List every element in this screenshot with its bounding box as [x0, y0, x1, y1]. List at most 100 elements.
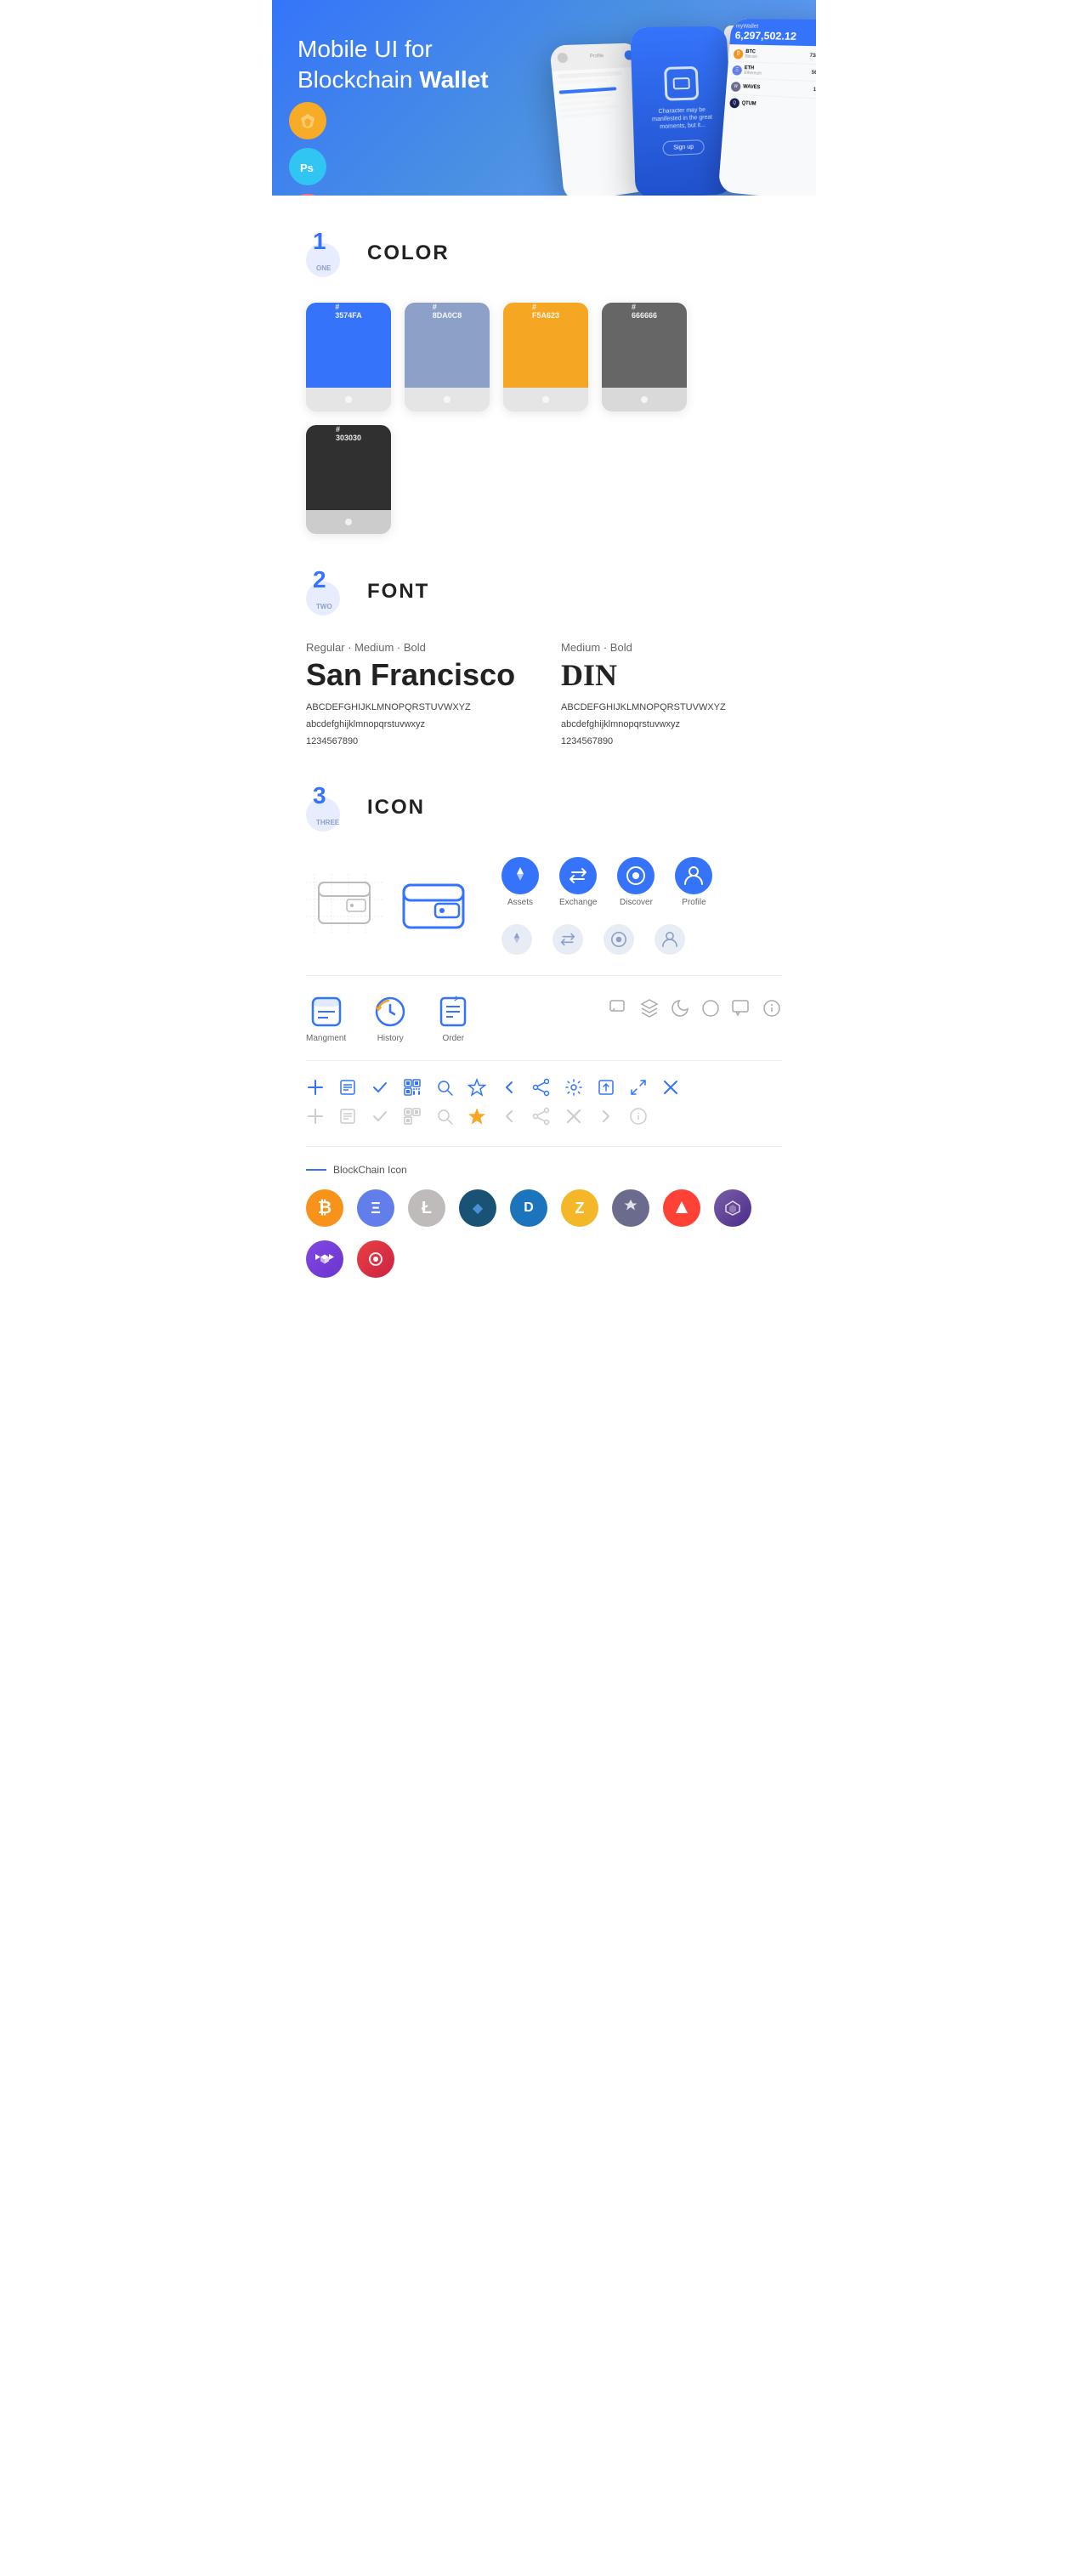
blockchain-label: BlockChain Icon: [306, 1164, 782, 1176]
section-num-text-3: 3: [313, 784, 326, 808]
font-sf-name: San Francisco: [306, 657, 527, 693]
section-num-label-1: ONE: [316, 264, 331, 272]
hero-section: Mobile UI for Blockchain Wallet UI Kit P…: [272, 0, 816, 196]
search-gray-icon: [435, 1107, 454, 1126]
hero-badges: Ps 60+ Screens: [289, 102, 326, 196]
profile-label: Profile: [682, 898, 706, 907]
phone-screen-mid: Character may be manifested in the great…: [630, 26, 734, 196]
management-icon-item: Mangment: [306, 993, 346, 1043]
assets-label: Assets: [507, 898, 533, 907]
section-number-2: 2 TWO: [306, 568, 354, 616]
discover-label: Discover: [620, 898, 653, 907]
swatch-blue: #3574FA: [306, 303, 391, 411]
photoshop-icon: Ps: [296, 155, 320, 179]
named-icons-cols: Assets Exchange: [502, 857, 712, 955]
check-icon: [371, 1078, 389, 1097]
ark-logo-icon: [672, 1199, 691, 1217]
history-icon-item: History: [371, 993, 409, 1043]
exchange-gray-icon-item: [552, 924, 583, 955]
share-gray-icon: [532, 1107, 551, 1126]
phone-screen-right: myWallet 6,297,502.12 ₿ BTC Bitcoin 738.…: [718, 19, 816, 196]
history-icon: [371, 993, 409, 1030]
list-icon: [338, 1078, 357, 1097]
discover-gray-icon: [604, 924, 634, 955]
x-gray-icon: [564, 1107, 583, 1126]
color-swatches: #3574FA #8DA0C8 #F5A623: [306, 303, 782, 534]
chevron-left-gray-icon: [500, 1107, 518, 1126]
close-icon: [661, 1078, 680, 1097]
utility-icons-gray-row: [306, 1107, 782, 1126]
info-gray-icon: [629, 1107, 648, 1126]
font-section-header: 2 TWO FONT: [306, 568, 782, 616]
dash-logo: D: [510, 1189, 547, 1227]
bitcoin-logo: ₿: [306, 1189, 343, 1227]
bottom-icons-group: Mangment History: [306, 993, 472, 1043]
qr-icon: [403, 1078, 422, 1097]
layers-icon: [639, 998, 660, 1018]
icon-wallet-filled: [400, 877, 468, 936]
swatch-dark: #303030: [306, 425, 391, 534]
phone-mockup-right: myWallet 6,297,502.12 ₿ BTC Bitcoin 738.…: [718, 19, 816, 196]
info-icon: [762, 998, 782, 1018]
moon-icon: [670, 998, 690, 1018]
exchange-label: Exchange: [559, 898, 597, 907]
profile-icon-item: Profile: [675, 857, 712, 907]
named-icons-gray: [502, 924, 712, 955]
icon-section-header: 3 THREE ICON: [306, 784, 782, 831]
icon-grid-outline: [306, 874, 382, 938]
plus-gray-icon: [306, 1107, 325, 1126]
font-din-lower: abcdefghijklmnopqrstuvwxyz: [561, 717, 782, 734]
unknown-logo-2-icon: [367, 1251, 384, 1268]
ethereum-logo: Ξ: [357, 1189, 394, 1227]
unknown-logo-1: ◆: [459, 1189, 496, 1227]
unknown-logo-2: [357, 1240, 394, 1278]
divider-3: [306, 1146, 782, 1147]
litecoin-logo: Ł: [408, 1189, 445, 1227]
exchange-gray-icon: [552, 924, 583, 955]
order-icon: [434, 993, 472, 1030]
share-icon: [532, 1078, 551, 1097]
assets-icon: [502, 857, 539, 894]
profile-icon: [675, 857, 712, 894]
main-content: 1 ONE COLOR #3574FA #8DA0C8 #F5A62: [272, 230, 816, 1278]
check-gray-icon: [371, 1107, 389, 1126]
wallet-outline-grid-icon: [306, 874, 382, 933]
swatch-gray: #666666: [602, 303, 687, 411]
section-number-1: 1 ONE: [306, 230, 354, 277]
swatch-gray-blue: #8DA0C8: [405, 303, 490, 411]
icon-title: ICON: [367, 796, 425, 820]
chat-icon: [609, 998, 629, 1018]
export-icon: [597, 1078, 615, 1097]
history-label: History: [377, 1034, 404, 1043]
right-arrow-gray-icon: [597, 1107, 615, 1126]
font-sf-lower: abcdefghijklmnopqrstuvwxyz: [306, 717, 527, 734]
message-icon: [731, 998, 751, 1018]
font-sf-weights: Regular · Medium · Bold: [306, 641, 527, 654]
color-section-header: 1 ONE COLOR: [306, 230, 782, 277]
section-num-text-2: 2: [313, 568, 326, 592]
wallet-filled-icon: [400, 877, 468, 932]
settings-icon: [564, 1078, 583, 1097]
star-icon: [468, 1078, 486, 1097]
management-label: Mangment: [306, 1034, 346, 1043]
management-icon: [308, 993, 345, 1030]
phones-area: Profile Character: [476, 9, 816, 196]
order-label: Order: [442, 1034, 464, 1043]
exchange-icon: [559, 857, 597, 894]
discover-icon-item: Discover: [617, 857, 654, 907]
font-sf-upper: ABCDEFGHIJKLMNOPQRSTUVWXYZ: [306, 700, 527, 717]
circle-icon: [700, 998, 721, 1018]
color-title: COLOR: [367, 241, 450, 265]
profile-gray-icon-item: [654, 924, 685, 955]
utility-icons-row: [306, 1078, 782, 1097]
font-sf: Regular · Medium · Bold San Francisco AB…: [306, 641, 527, 750]
font-din-name: DIN: [561, 657, 782, 693]
crypto-logos-row: ₿ Ξ Ł ◆ D Z: [306, 1189, 782, 1278]
grid-logo: [612, 1189, 649, 1227]
qr-gray-icon: [403, 1107, 422, 1126]
crystal-logo: [714, 1189, 751, 1227]
star-filled-icon: [468, 1107, 486, 1126]
font-grid: Regular · Medium · Bold San Francisco AB…: [306, 641, 782, 750]
section-number-3: 3 THREE: [306, 784, 354, 831]
chevron-left-icon: [500, 1078, 518, 1097]
